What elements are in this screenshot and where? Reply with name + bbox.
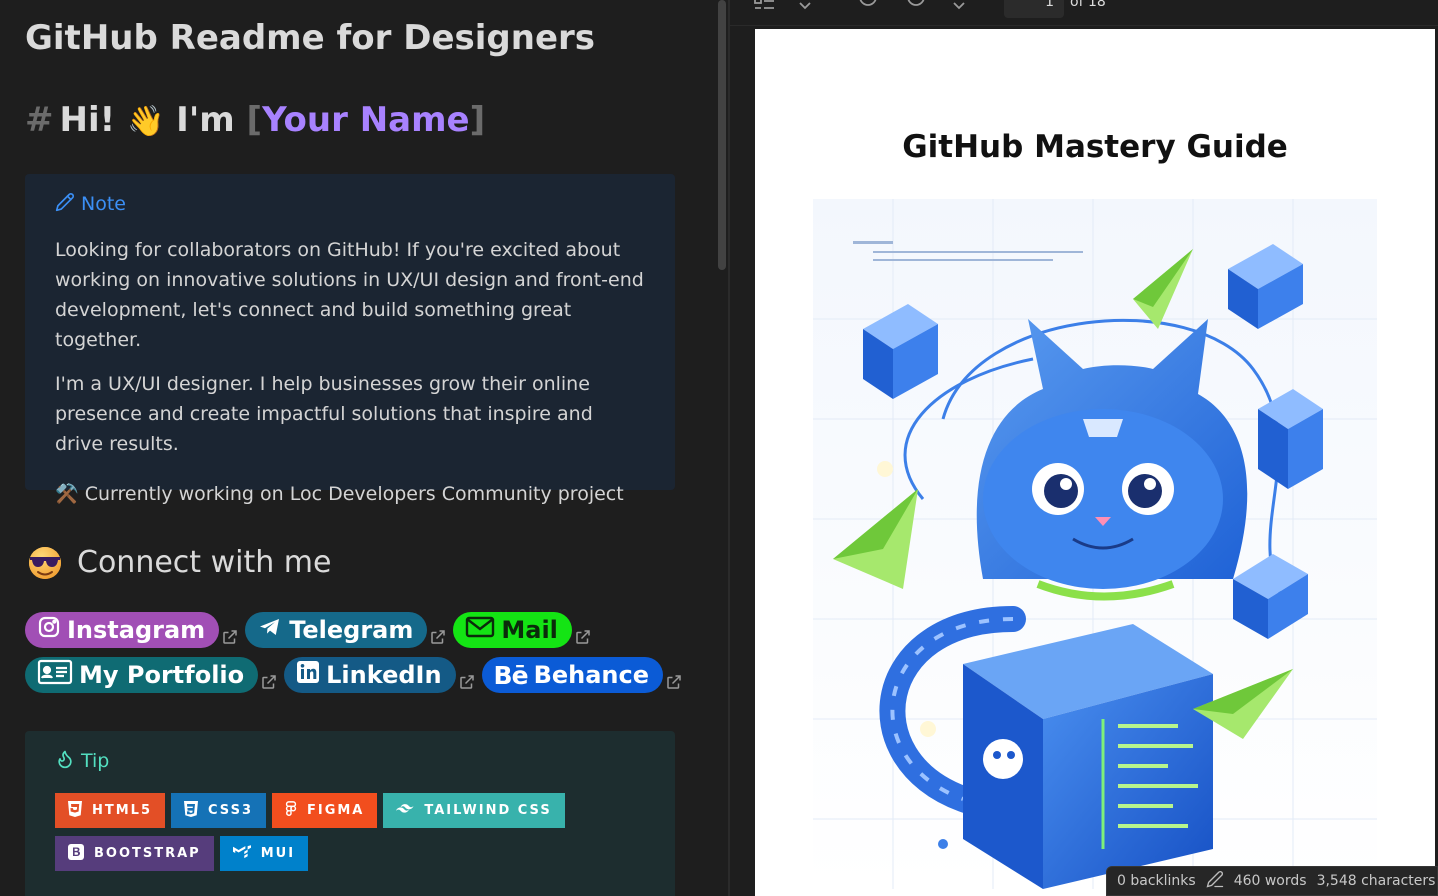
page-number-input[interactable]: 1 (1004, 0, 1064, 18)
telegram-icon (257, 615, 283, 645)
backlinks-count[interactable]: 0 backlinks (1117, 873, 1196, 889)
tech-shields: HTML5 CSS3 FIGMA TAILWIND CSS BOOTSTRAP … (55, 793, 645, 871)
document-title[interactable]: GitHub Readme for Designers (25, 18, 595, 58)
note-callout: Note Looking for collaborators on GitHub… (25, 174, 675, 505)
heading-greeting: Hi! (59, 100, 116, 140)
telegram-badge[interactable]: Telegram (245, 612, 428, 648)
bootstrap-shield[interactable]: BOOTSTRAP (55, 836, 214, 871)
mui-icon (232, 844, 251, 863)
external-link-icon (574, 628, 592, 646)
note-label: Note (81, 193, 126, 215)
html5-shield[interactable]: HTML5 (55, 793, 166, 828)
zoom-in-icon[interactable] (906, 0, 928, 16)
note-paragraph-2: I'm a UX/UI designer. I help businesses … (55, 373, 593, 455)
html5-icon (68, 800, 82, 821)
status-bar: 0 backlinks 460 words 3,548 characters (1106, 866, 1438, 896)
pdf-viewer: 1 of 18 GitHub Mastery Guide (730, 0, 1438, 896)
cover-illustration (813, 199, 1377, 889)
figma-shield[interactable]: FIGMA (271, 793, 378, 828)
html5-label: HTML5 (92, 803, 153, 818)
edit-pencil-icon[interactable] (1206, 870, 1224, 892)
bootstrap-label: BOOTSTRAP (94, 846, 201, 861)
pdf-page: GitHub Mastery Guide (755, 29, 1435, 896)
note-paragraph-3: ⚒️ Currently working on Loc Developers C… (55, 483, 624, 505)
mail-badge[interactable]: Mail (453, 612, 572, 648)
figma-label: FIGMA (306, 803, 365, 818)
linkedin-icon (296, 660, 320, 690)
connect-heading-text: Connect with me (77, 544, 332, 580)
instagram-icon (37, 615, 61, 645)
behance-label: Behance (533, 661, 650, 689)
social-badges-row-1: Instagram Telegram Mail (25, 612, 598, 648)
chevron-down-icon[interactable] (952, 0, 974, 16)
mui-label: MUI (260, 846, 296, 861)
character-count: 3,548 characters (1316, 873, 1436, 889)
tailwind-label: TAILWIND CSS (424, 803, 552, 818)
behance-badge[interactable]: Bē Behance (481, 657, 664, 693)
portfolio-label: My Portfolio (79, 661, 245, 689)
linkedin-badge[interactable]: LinkedIn (284, 657, 456, 693)
pdf-page-title: GitHub Mastery Guide (902, 129, 1288, 165)
waving-hand-emoji: 👋 (126, 104, 165, 139)
connect-heading[interactable]: Connect with me (25, 542, 331, 582)
social-badges-row-2: My Portfolio LinkedIn Bē Behance (25, 657, 689, 693)
portfolio-badge[interactable]: My Portfolio (25, 657, 259, 693)
note-callout-title: Note (55, 190, 645, 218)
chevron-down-icon[interactable] (798, 0, 820, 16)
bootstrap-icon (68, 843, 84, 864)
css3-shield[interactable]: CSS3 (171, 793, 266, 828)
heading-hash-marker: # (25, 100, 54, 140)
page-count: of 18 (1070, 0, 1106, 10)
bracket-close: ] (469, 100, 486, 140)
external-link-icon (665, 673, 683, 691)
telegram-label: Telegram (289, 616, 414, 644)
mui-shield[interactable]: MUI (219, 836, 309, 871)
tip-label: Tip (81, 750, 110, 772)
editor-scrollbar-thumb[interactable] (718, 0, 726, 270)
heading-hi[interactable]: # Hi! 👋 I'm [Your Name] (25, 100, 485, 140)
external-link-icon (260, 673, 278, 691)
app-window: GitHub Readme for Designers # Hi! 👋 I'm [… (0, 0, 1438, 896)
heading-im: I'm (176, 100, 235, 140)
sidebar-toggle-icon[interactable] (754, 0, 776, 16)
flame-icon (55, 748, 75, 775)
tip-callout: Tip HTML5 CSS3 FIGMA TAILWIND CSS BOOTST… (25, 731, 675, 896)
external-link-icon (458, 673, 476, 691)
pdf-toolbar: 1 of 18 (730, 0, 1438, 26)
css3-icon (184, 800, 199, 821)
behance-icon: Bē (493, 660, 529, 690)
linkedin-label: LinkedIn (326, 661, 442, 689)
your-name-link[interactable]: Your Name (262, 100, 470, 140)
instagram-label: Instagram (67, 616, 206, 644)
mail-label: Mail (501, 616, 558, 644)
word-count: 460 words (1233, 873, 1307, 889)
instagram-badge[interactable]: Instagram (25, 612, 220, 648)
external-link-icon (221, 628, 239, 646)
bracket-open: [ (246, 100, 263, 140)
note-paragraph-1: Looking for collaborators on GitHub! If … (55, 239, 644, 351)
external-link-icon (429, 628, 447, 646)
mail-icon (465, 615, 495, 645)
id-card-icon (37, 659, 73, 691)
figma-icon (285, 800, 297, 821)
zoom-out-icon[interactable] (858, 0, 880, 16)
css3-label: CSS3 (208, 803, 253, 818)
tip-callout-title: Tip (55, 747, 645, 775)
markdown-editor[interactable]: GitHub Readme for Designers # Hi! 👋 I'm [… (0, 0, 716, 896)
tailwind-icon (396, 803, 414, 819)
sunglasses-emoji-icon (25, 542, 65, 582)
tailwind-shield[interactable]: TAILWIND CSS (383, 793, 565, 828)
pencil-icon (55, 192, 75, 217)
